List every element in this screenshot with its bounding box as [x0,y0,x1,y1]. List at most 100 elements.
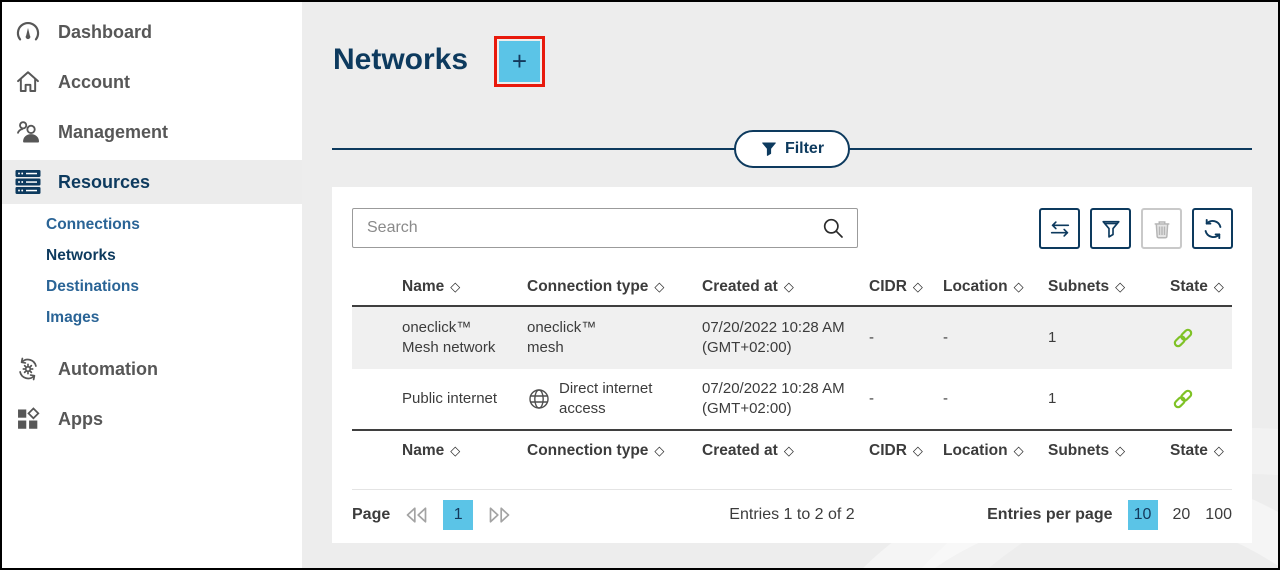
filter-table-button[interactable] [1090,208,1131,249]
sidebar-item-apps[interactable]: Apps [2,394,302,444]
sidebar-item-account[interactable]: Account [2,57,302,107]
sort-icon[interactable]: ◇ [1014,279,1024,295]
column-header-name[interactable]: Name ◇ [352,278,527,296]
search-box [352,208,858,248]
column-header-name[interactable]: Name ◇ [352,442,527,460]
users-icon [14,119,41,146]
connection-type-text: oneclick™ mesh [527,318,627,359]
sidebar-item-management[interactable]: Management [2,107,302,157]
column-header-location[interactable]: Location ◇ [943,278,1048,296]
table-row[interactable]: Public internet Direct internet access 0… [352,369,1232,431]
sort-icon[interactable]: ◇ [913,443,923,459]
link-connected-icon [1170,325,1232,351]
sort-icon[interactable]: ◇ [654,443,664,459]
cell-location: - [943,389,1048,409]
column-header-cidr[interactable]: CIDR ◇ [869,442,943,460]
column-label: Connection type [527,442,648,460]
add-network-button[interactable]: + [499,41,540,82]
page-size-10[interactable]: 10 [1128,500,1158,530]
column-header-connection-type[interactable]: Connection type ◇ [527,442,702,460]
sort-icon[interactable]: ◇ [450,443,460,459]
column-label: Created at [702,442,778,460]
sort-icon[interactable]: ◇ [784,443,794,459]
sidebar-item-automation[interactable]: Automation [2,344,302,394]
sidebar-item-destinations[interactable]: Destinations [2,271,302,302]
sort-icon[interactable]: ◇ [1115,279,1125,295]
page-title: Networks [333,43,468,77]
page-size-20[interactable]: 20 [1173,506,1191,524]
sidebar-item-images[interactable]: Images [2,302,302,333]
cell-subnets: 1 [1048,389,1170,409]
column-header-location[interactable]: Location◇ [943,442,1048,460]
sort-icon[interactable]: ◇ [1014,443,1024,459]
first-page-icon[interactable] [404,506,429,524]
column-label: Connection type [527,278,648,296]
subnets-count: 1 [1048,390,1056,407]
cell-state [1170,325,1232,351]
search-icon[interactable] [821,216,845,240]
add-network-button-highlight: + [494,36,545,87]
sort-icon[interactable]: ◇ [784,279,794,295]
entries-range-text: Entries 1 to 2 of 2 [729,506,854,524]
column-header-created-at[interactable]: Created at ◇ [702,278,869,296]
column-header-state[interactable]: State◇ [1170,278,1232,296]
column-label: Name [402,442,444,460]
sidebar-item-label: Account [58,72,130,93]
connection-type-text: Direct internet access [559,379,659,420]
funnel-icon [1100,218,1122,240]
column-header-subnets[interactable]: Subnets ◇ [1048,278,1170,296]
pagination-bar: Page 1 Entries 1 to 2 of 2 Entries per p… [352,489,1232,540]
sidebar-item-dashboard[interactable]: Dashboard [2,7,302,57]
column-header-created-at[interactable]: Created at ◇ [702,442,869,460]
column-header-cidr[interactable]: CIDR ◇ [869,278,943,296]
column-label: Name [402,278,444,296]
column-header-state[interactable]: State◇ [1170,442,1232,460]
sort-icon[interactable]: ◇ [450,279,460,295]
current-page-button[interactable]: 1 [443,500,473,530]
plus-icon: + [512,46,527,77]
sidebar-item-label: Management [58,122,168,143]
location-text: - [943,390,948,407]
filter-button[interactable]: Filter [734,130,850,168]
apps-icon [14,406,41,433]
cell-location: - [943,328,1048,348]
column-label: CIDR [869,442,907,460]
cell-cidr: - [869,328,943,348]
sort-icon[interactable]: ◇ [1115,443,1125,459]
sort-icon[interactable]: ◇ [1214,279,1224,295]
swap-columns-button[interactable] [1039,208,1080,249]
cell-subnets: 1 [1048,328,1170,348]
home-icon [14,69,41,96]
cell-cidr: - [869,389,943,409]
cell-name: oneclick™ Mesh network [352,318,527,359]
networks-panel: Name ◇ Connection type ◇ Created at ◇ CIDR ◇… [332,187,1252,543]
sidebar-item-networks[interactable]: Networks [2,240,302,271]
column-header-connection-type[interactable]: Connection type ◇ [527,278,702,296]
column-header-subnets[interactable]: Subnets◇ [1048,442,1170,460]
refresh-button[interactable] [1192,208,1233,249]
gauge-icon [14,19,41,46]
cell-connection-type: oneclick™ mesh [527,318,702,359]
table-footer-header-row: Name ◇ Connection type ◇ Created at ◇ CIDR ◇… [352,431,1232,471]
sort-icon[interactable]: ◇ [1214,443,1224,459]
swap-arrows-icon [1048,218,1072,240]
page-size-100[interactable]: 100 [1205,506,1232,524]
column-label: Created at [702,278,778,296]
page-label: Page [352,506,390,524]
column-label: Location [943,278,1008,296]
column-label: Subnets [1048,278,1109,296]
table-row[interactable]: oneclick™ Mesh network oneclick™ mesh 07… [352,307,1232,369]
sort-icon[interactable]: ◇ [913,279,923,295]
trash-icon [1151,218,1173,240]
globe-icon [527,387,551,411]
search-input[interactable] [367,219,821,237]
automation-icon [14,356,41,383]
sidebar-item-connections[interactable]: Connections [2,209,302,240]
column-label: CIDR [869,278,907,296]
sidebar-item-resources[interactable]: Resources [2,160,302,204]
last-page-icon[interactable] [487,506,512,524]
subnets-count: 1 [1048,329,1056,346]
sidebar-item-label: Apps [58,409,103,430]
network-name: oneclick™ Mesh network [402,318,506,359]
sort-icon[interactable]: ◇ [654,279,664,295]
